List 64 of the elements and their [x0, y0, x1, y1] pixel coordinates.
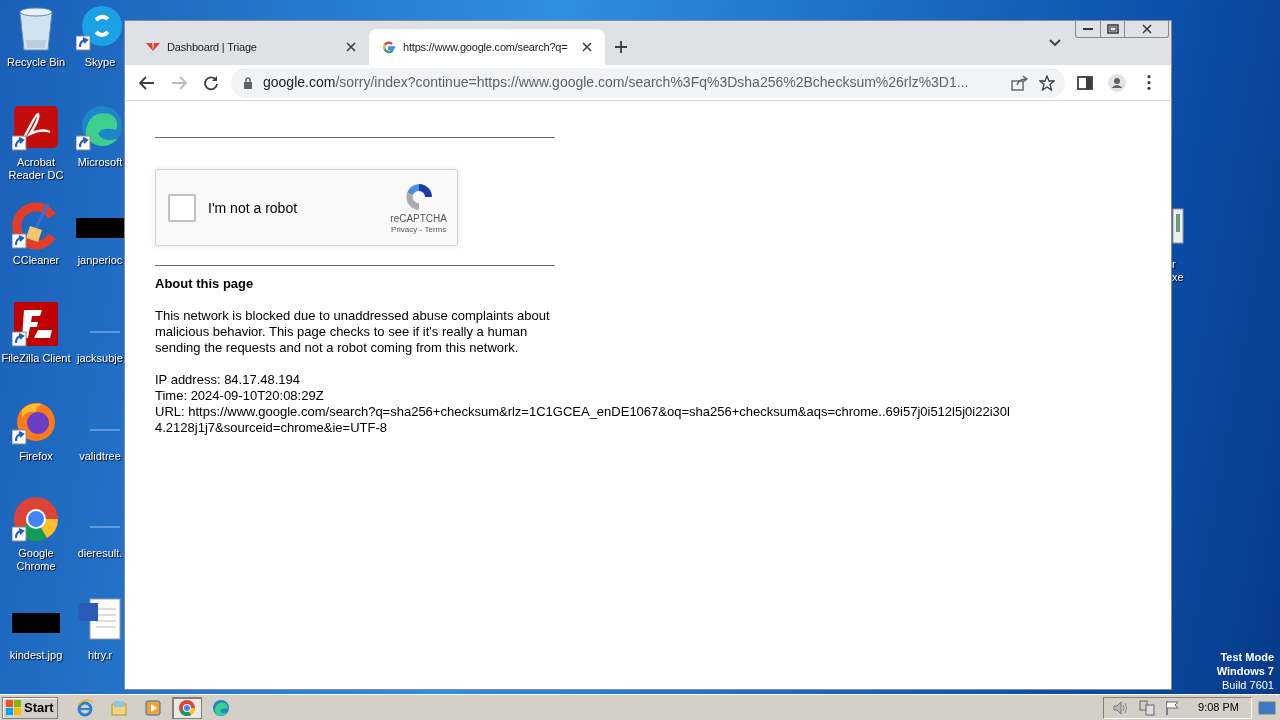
captcha-label: I'm not a robot — [208, 199, 299, 216]
os-watermark-text: Build 7601 — [1222, 678, 1274, 692]
folder-icon — [109, 698, 128, 717]
detail-line: IP address: 84.17.48.194 — [155, 372, 302, 388]
section-heading: About this page — [155, 276, 254, 292]
icon-label: janperioc — [76, 254, 124, 267]
media-player-icon — [143, 698, 162, 717]
captcha-checkbox[interactable] — [168, 193, 196, 222]
icon-label: validtree — [78, 450, 122, 463]
close-icon — [1141, 24, 1152, 34]
blocked-url-text: URL: https://www.google.com/search?q=sha256+checksum&rlz=1C1GCEA_enDE1067&oq=sha256+checksum&aqs=chrome..69i57j0i512l5j0i22i30l4.2128j1j7&sourceid=chrome&ie=UTF-8 — [155, 404, 1011, 436]
recaptcha-brand: reCAPTCHA — [390, 212, 447, 225]
icon-label: kindest.jpg — [8, 649, 64, 662]
icon-label: Firefox — [18, 450, 54, 463]
taskbar-app-button[interactable] — [171, 696, 202, 719]
chrome-icon — [177, 698, 196, 717]
privacy-link[interactable]: Privacy — [391, 224, 418, 235]
icon-label: Skype — [83, 56, 117, 69]
profile-icon — [1108, 73, 1126, 92]
icon-label: Recycle Bin — [5, 56, 67, 69]
icon-label: htry.r — [86, 649, 114, 662]
icon-label: Microsoft — [76, 156, 124, 169]
icon-label: Acrobat Reader DC — [7, 156, 65, 182]
chrome-icon[interactable] — [12, 495, 60, 543]
plus-icon — [614, 40, 628, 54]
browser-tab[interactable]: https://www.google.com/search?q= — [369, 29, 605, 65]
forward-icon — [170, 73, 188, 92]
lock-icon[interactable] — [243, 76, 253, 89]
address-bar[interactable]: google.com/sorry/index?continue=https://www.google.com/search%3Fq%3Dsha256%2Bchecksum%26rlz%3D1... — [231, 67, 1065, 98]
windows-logo-icon — [6, 699, 22, 716]
edge-browser-icon — [211, 698, 230, 717]
edge-browser-icon[interactable] — [76, 104, 124, 152]
detail-line: Time: 2024-09-10T20:08:29Z — [155, 388, 325, 404]
menu-icon — [1147, 75, 1151, 90]
icon-label: xe — [1172, 271, 1184, 284]
terms-link[interactable]: Terms — [424, 224, 447, 235]
icon-label: Google Chrome — [15, 547, 57, 573]
star-icon[interactable] — [1039, 74, 1055, 91]
filezilla-icon[interactable] — [12, 300, 60, 348]
minimize-icon — [1083, 27, 1093, 31]
network-icon[interactable] — [1138, 699, 1157, 716]
icon-label: dieresult. — [76, 547, 124, 560]
back-icon — [138, 73, 156, 92]
share-icon[interactable] — [1011, 74, 1029, 91]
file-icon[interactable] — [1172, 208, 1184, 244]
os-watermark-text: Test Mode — [1220, 650, 1274, 664]
close-icon[interactable] — [581, 41, 593, 53]
os-watermark-text: Windows 7 — [1216, 664, 1274, 678]
icon-label: r — [1172, 258, 1177, 271]
icon-label: FileZilla Client — [0, 352, 72, 365]
google-logo-icon — [381, 39, 397, 55]
icon-label: CCleaner — [11, 254, 61, 267]
show-desktop-icon[interactable] — [1258, 699, 1276, 716]
pdf-reader-icon[interactable] — [12, 104, 60, 152]
link-separator: - — [418, 224, 424, 235]
round-app-icon[interactable] — [76, 4, 124, 52]
side-panel-icon — [1076, 73, 1094, 92]
explanation-paragraph: This network is blocked due to unaddressed abuse complaints about malicious behavior. This page checks to see if it's really a human sending the requests and not a robot coming from this network. — [155, 308, 551, 356]
chevron-down-icon[interactable] — [1049, 39, 1061, 47]
start-button[interactable]: Start — [2, 696, 58, 719]
close-icon[interactable] — [345, 41, 357, 53]
internet-explorer-icon — [75, 698, 94, 717]
clock[interactable]: 9:08 PM — [1198, 699, 1239, 716]
maximize-icon — [1106, 24, 1119, 34]
